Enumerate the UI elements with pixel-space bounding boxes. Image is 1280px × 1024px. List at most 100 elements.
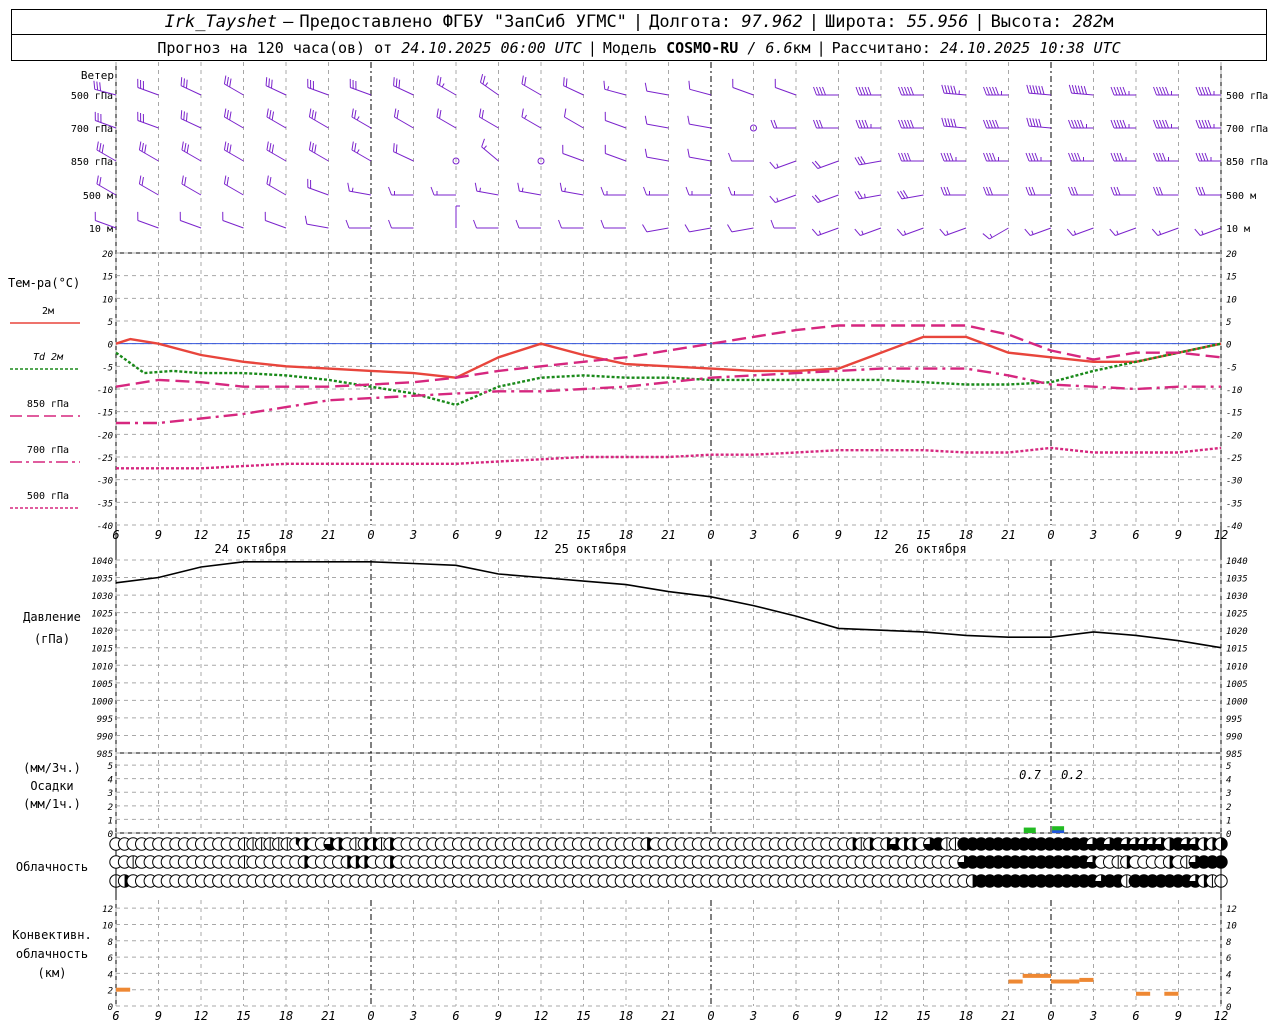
barb-half-flag [776, 163, 779, 168]
barb-flag [1034, 152, 1039, 162]
barb-staff [817, 194, 839, 203]
time-tick-label: 15 [236, 1009, 250, 1023]
wind-barb [898, 86, 924, 96]
barb-flag [983, 186, 987, 196]
barb-flag [1038, 118, 1042, 128]
barb-flag [728, 152, 732, 162]
wind-barb [1110, 119, 1136, 129]
time-tick-label: 9 [495, 528, 502, 542]
barb-flag [642, 224, 648, 233]
precip-label: Осадки [30, 779, 73, 793]
barb-flag [904, 152, 908, 162]
barb-flag [811, 228, 819, 236]
barb-flag [769, 195, 776, 203]
barb-flag [181, 175, 184, 185]
conv-label: облачность [16, 947, 88, 961]
time-tick-label: 6 [112, 1009, 119, 1023]
barb-flag [907, 152, 911, 162]
barb-flag [1156, 86, 1160, 96]
wind-barb [603, 80, 627, 96]
barb-flag [1028, 152, 1033, 162]
barb-flag [1116, 186, 1121, 196]
barb-flag [989, 186, 993, 196]
wind-barb [811, 227, 839, 236]
barb-flag [644, 82, 648, 92]
wind-barb [558, 219, 584, 229]
wind-barb [896, 227, 924, 236]
barb-flag [1074, 186, 1078, 196]
temp-tick-label: -15 [1226, 409, 1242, 419]
barb-staff [775, 194, 797, 203]
temp-tick-label: 20 [102, 250, 113, 260]
wind-barb [644, 115, 669, 129]
barb-flag [304, 215, 308, 225]
barb-staff [394, 116, 414, 129]
precip-tick-label: 0 [1226, 830, 1231, 840]
conv-tick-label: 8 [1226, 938, 1231, 948]
precip-tick-label: 2 [1226, 803, 1231, 813]
barb-flag [1194, 228, 1201, 236]
time-tick-label: 18 [279, 528, 293, 542]
barb-flag [1035, 85, 1039, 95]
barb-staff [521, 83, 542, 96]
wind-barb [137, 111, 159, 129]
barb-flag [311, 142, 314, 152]
time-tick-label: 12 [874, 528, 888, 542]
wind-barb [642, 224, 669, 233]
barb-flag [1071, 152, 1075, 162]
barb-flag [351, 108, 354, 118]
wind-barb [265, 77, 287, 96]
wind-barb [644, 148, 669, 162]
barb-flag [1122, 86, 1127, 96]
wind-barb [728, 186, 754, 196]
barb-flag [479, 73, 484, 83]
wind-barb [687, 115, 712, 129]
time-tick-label: 15 [576, 1009, 590, 1023]
barb-staff [265, 85, 287, 96]
barb-flag [101, 144, 105, 154]
wind-barb [266, 141, 287, 162]
barb-flag [1041, 86, 1045, 95]
barb-flag [644, 115, 648, 125]
wind-barb [604, 111, 627, 129]
temp-title: Тем-ра(°C) [8, 276, 80, 290]
time-tick-label: 21 [321, 1009, 335, 1023]
barb-flag [898, 119, 902, 129]
wind-barb [728, 152, 754, 162]
barb-staff [181, 183, 202, 196]
wind-barb [983, 86, 1009, 96]
barb-flag [940, 152, 945, 162]
pressure-tick-label: 1015 [91, 645, 113, 655]
wind-barb [138, 175, 159, 196]
barb-flag [1113, 186, 1118, 196]
barb-flag [1195, 86, 1200, 96]
barb-flag [684, 224, 690, 233]
time-tick-label: 21 [1001, 528, 1015, 542]
barb-staff [731, 227, 754, 233]
barb-staff [479, 116, 499, 129]
time-tick-label: 3 [749, 528, 757, 542]
barb-flag [271, 79, 273, 89]
time-tick-label: 15 [576, 528, 590, 542]
barb-flag [947, 85, 951, 94]
temp-tick-label: 0 [1226, 341, 1231, 351]
wind-barb [307, 178, 329, 196]
barb-flag [728, 186, 732, 196]
barb-flag [396, 109, 399, 119]
pressure-tick-label: 1030 [1226, 592, 1248, 602]
time-tick-label: 6 [452, 1009, 459, 1023]
meteogram: Ветер 500 гПа 500 гПа 700 гПа 700 гПа 850 гПа… [8, 62, 1268, 1023]
wind-barb [811, 194, 839, 203]
barb-half-flag [1031, 230, 1034, 235]
wind-barb [854, 156, 882, 166]
barb-flag [565, 78, 568, 88]
barb-flag [1156, 119, 1160, 129]
barb-flag [1159, 152, 1163, 162]
barb-flag [1077, 119, 1081, 129]
barb-staff [1029, 125, 1052, 129]
wind-barb [266, 108, 287, 129]
barb-flag [1031, 152, 1036, 162]
barb-half-flag [903, 230, 907, 235]
wind-barb [137, 211, 159, 229]
barb-staff [307, 187, 329, 196]
